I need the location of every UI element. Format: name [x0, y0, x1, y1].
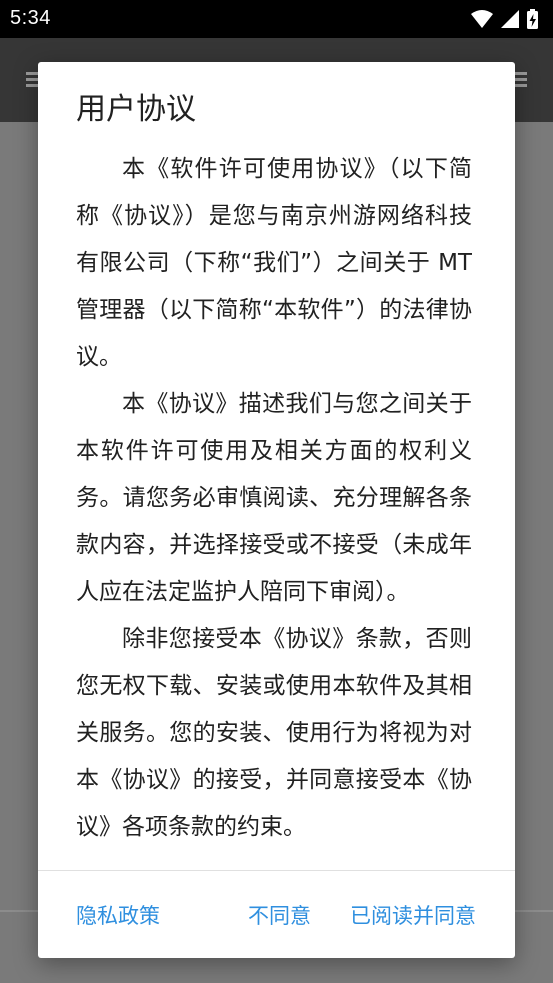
agreement-paragraph-2: 本《协议》描述我们与您之间关于本软件许可使用及相关方面的权利义务。请您务必审慎阅… [76, 391, 472, 605]
status-time: 5:34 [10, 7, 51, 29]
user-agreement-dialog: 用户协议 本《软件许可使用协议》（以下简称《协议》）是您与南京州游网络科技有限公… [38, 62, 515, 958]
status-icons [471, 9, 538, 29]
signal-icon [501, 10, 519, 28]
wifi-icon [471, 10, 493, 28]
disagree-button[interactable]: 不同意 [248, 900, 311, 930]
dialog-title: 用户协议 [76, 92, 196, 127]
status-bar: 5:34 [0, 0, 553, 38]
privacy-policy-button[interactable]: 隐私政策 [76, 900, 160, 930]
agreement-paragraph-3: 除非您接受本《协议》条款，否则您无权下载、安装或使用本软件及其相关服务。您的安装… [76, 626, 472, 840]
agree-button[interactable]: 已阅读并同意 [350, 900, 476, 930]
dialog-actions: 隐私政策 不同意 已阅读并同意 [38, 892, 515, 936]
agreement-paragraph-1: 本《软件许可使用协议》（以下简称《协议》）是您与南京州游网络科技有限公司（下称“… [76, 156, 472, 370]
battery-charging-icon [527, 9, 538, 29]
dialog-body-scroll[interactable]: 本《软件许可使用协议》（以下简称《协议》）是您与南京州游网络科技有限公司（下称“… [76, 146, 472, 866]
dialog-divider [38, 870, 515, 871]
